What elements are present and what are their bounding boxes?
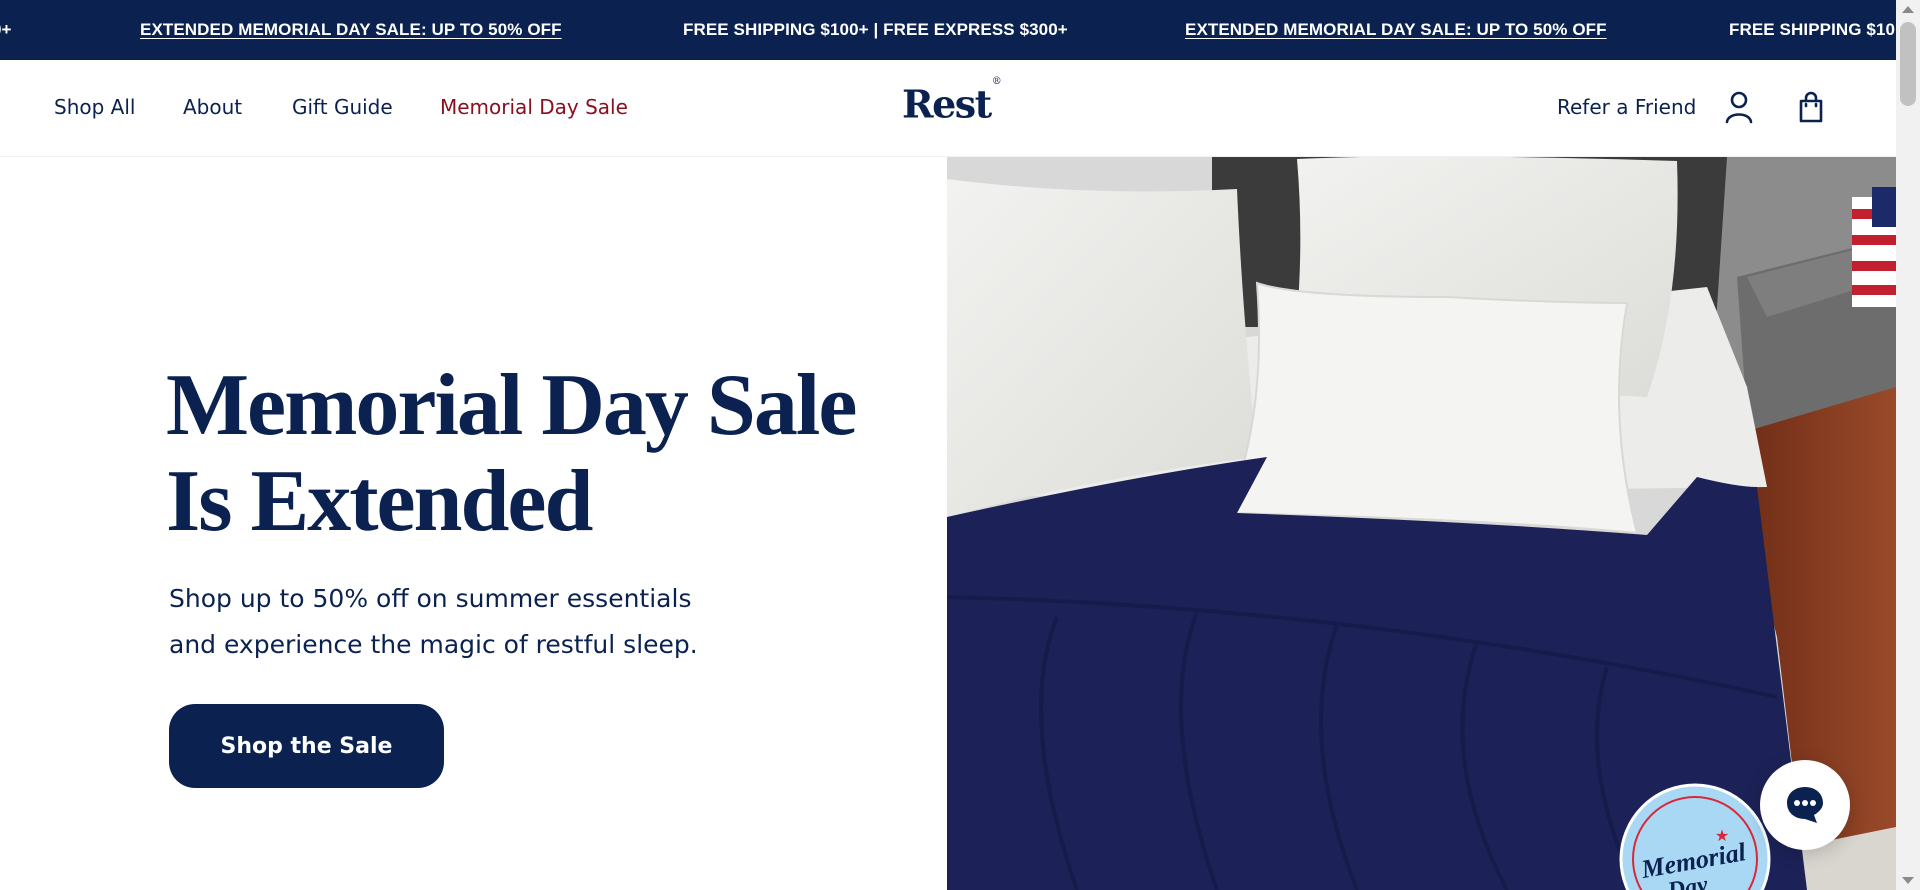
logo-text: Rest: [902, 81, 992, 127]
page-scrollbar[interactable]: [1896, 0, 1920, 890]
scrollbar-thumb[interactable]: [1900, 22, 1916, 106]
announcement-sale-link[interactable]: EXTENDED MEMORIAL DAY SALE: UP TO 50% OF…: [1185, 0, 1607, 60]
site-header: Shop All About Gift Guide Memorial Day S…: [0, 60, 1896, 157]
hero-subtitle: Shop up to 50% off on summer essentials …: [169, 576, 809, 668]
hero-image: ★ Memorial Day: [947, 157, 1896, 890]
announcement-shipping-text: FREE SHIPPING $100+ | FREE EXPRESS $300+: [683, 20, 1068, 39]
nav-shop-all[interactable]: Shop All: [54, 60, 135, 157]
registered-mark: ®: [991, 76, 1002, 87]
announcement-sale-link[interactable]: EXTENDED MEMORIAL DAY SALE: UP TO 50% OF…: [140, 0, 562, 60]
announcement-bar: 0+ EXTENDED MEMORIAL DAY SALE: UP TO 50%…: [0, 0, 1920, 60]
nav-about[interactable]: About: [183, 60, 242, 157]
nav-gift-guide[interactable]: Gift Guide: [292, 60, 393, 157]
hero-subtitle-line: and experience the magic of restful slee…: [169, 630, 698, 659]
nav-memorial-day-sale[interactable]: Memorial Day Sale: [440, 60, 628, 157]
hero-title-line: Memorial Day Sale: [166, 357, 857, 454]
shopping-bag-icon: [1799, 91, 1823, 123]
hero-title-line: Is Extended: [166, 453, 593, 550]
announcement-shipping-text: FREE SHIPPING $10: [1729, 20, 1896, 39]
chat-button[interactable]: [1760, 760, 1850, 850]
hero-subtitle-line: Shop up to 50% off on summer essentials: [169, 584, 692, 613]
flag: [1852, 187, 1896, 307]
announcement-text: 0+: [0, 20, 12, 39]
scroll-up-arrow-icon[interactable]: [1902, 6, 1914, 13]
bedroom-illustration: ★ Memorial Day: [947, 157, 1896, 890]
refer-a-friend-link[interactable]: Refer a Friend: [1557, 60, 1696, 157]
chat-bubble-icon: [1787, 787, 1823, 823]
account-button[interactable]: [1721, 89, 1757, 125]
hero-title: Memorial Day Sale Is Extended: [166, 358, 886, 550]
cart-button[interactable]: [1793, 89, 1829, 125]
shop-the-sale-button[interactable]: Shop the Sale: [169, 704, 444, 788]
user-icon: [1725, 91, 1753, 124]
site-logo[interactable]: Rest®: [902, 72, 1002, 132]
scroll-down-arrow-icon[interactable]: [1902, 877, 1914, 884]
